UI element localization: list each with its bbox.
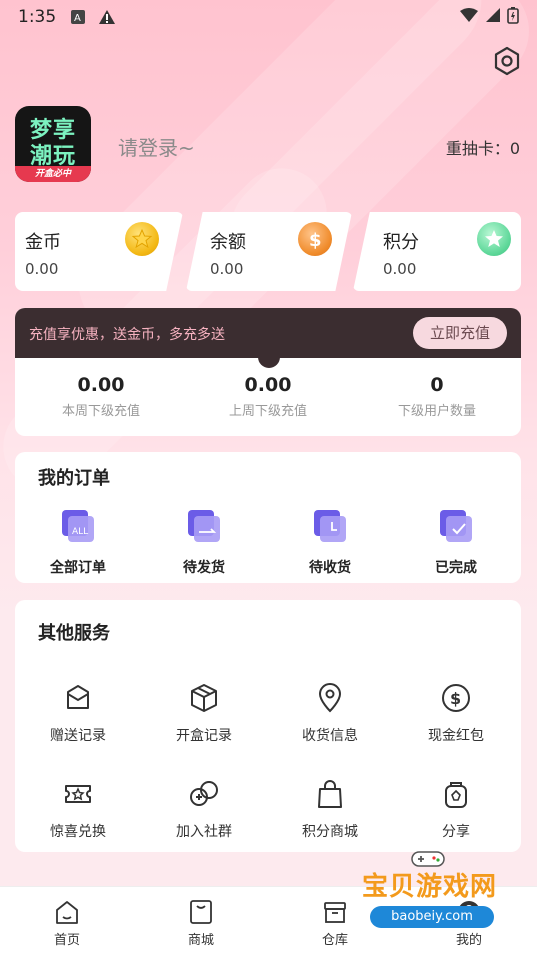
order-pending-receipt[interactable]: 待收货 bbox=[267, 508, 393, 577]
service-label: 收货信息 bbox=[302, 728, 358, 744]
stat-sub-users: 0 下级用户数量 bbox=[353, 374, 521, 419]
watermark-title: 宝贝游戏网 bbox=[362, 872, 498, 902]
service-label: 积分商城 bbox=[302, 824, 358, 840]
wallet-value: 0.00 bbox=[25, 260, 59, 278]
tab-label: 首页 bbox=[53, 933, 80, 948]
wallet-label: 积分 bbox=[383, 232, 419, 253]
stat-value: 0 bbox=[430, 374, 444, 396]
promo-bar: 充值享优惠，送金币，多充多送 立即充值 bbox=[15, 308, 521, 358]
service-label: 赠送记录 bbox=[50, 728, 106, 744]
tab-home[interactable]: 首页 bbox=[0, 899, 134, 948]
warning-icon bbox=[98, 9, 116, 25]
svg-text:ALL: ALL bbox=[72, 527, 88, 537]
status-time: 1:35 bbox=[18, 7, 57, 27]
pending-receipt-icon bbox=[312, 508, 348, 544]
tab-mall[interactable]: 商城 bbox=[134, 899, 268, 948]
service-box-record[interactable]: 开盒记录 bbox=[141, 682, 267, 745]
service-label: 加入社群 bbox=[176, 824, 232, 840]
community-icon bbox=[188, 778, 220, 810]
wallet-value: 0.00 bbox=[383, 260, 417, 278]
other-services-card: 其他服务 赠送记录 开盒记录 收货信息 $ 现金红包 惊喜兑换 加入社群 积分商… bbox=[15, 600, 521, 852]
wallet-card-gold[interactable]: 金币 0.00 bbox=[15, 212, 183, 291]
watermark-url: baobeiy.com bbox=[370, 906, 494, 928]
box-record-icon bbox=[188, 682, 220, 714]
location-icon bbox=[314, 682, 346, 714]
wallet-card-points[interactable]: 积分 0.00 bbox=[353, 212, 521, 291]
wallet-card-balance[interactable]: 余额 0.00 $ bbox=[186, 212, 352, 291]
wallet-value: 0.00 bbox=[210, 260, 244, 278]
wifi-icon bbox=[459, 7, 479, 28]
completed-icon bbox=[438, 508, 474, 544]
service-points-mall[interactable]: 积分商城 bbox=[267, 778, 393, 841]
recharge-promo-card: 充值享优惠，送金币，多充多送 立即充值 0.00 本周下级充值 0.00 上周下… bbox=[15, 308, 521, 436]
wallet-label: 余额 bbox=[210, 232, 246, 253]
gold-coin-icon bbox=[125, 222, 159, 256]
service-cash-redpacket[interactable]: $ 现金红包 bbox=[393, 682, 519, 745]
settings-hexagon-icon bbox=[494, 46, 520, 76]
service-label: 现金红包 bbox=[428, 728, 484, 744]
stat-value: 0.00 bbox=[77, 374, 125, 396]
service-join-community[interactable]: 加入社群 bbox=[141, 778, 267, 841]
settings-button[interactable] bbox=[491, 45, 523, 77]
order-label: 待收货 bbox=[309, 560, 351, 576]
service-label: 惊喜兑换 bbox=[50, 824, 106, 840]
order-all[interactable]: ALL 全部订单 bbox=[15, 508, 141, 577]
svg-text:$: $ bbox=[450, 689, 461, 708]
stat-label: 上周下级充值 bbox=[228, 404, 307, 419]
app-logo[interactable]: 梦享 潮玩 开盒必中 bbox=[15, 106, 91, 182]
redraw-card-count: 重抽卡：0 bbox=[445, 139, 520, 158]
service-shipping-info[interactable]: 收货信息 bbox=[267, 682, 393, 745]
all-orders-icon: ALL bbox=[60, 508, 96, 544]
stat-label: 本周下级充值 bbox=[61, 404, 140, 419]
order-label: 待发货 bbox=[183, 560, 225, 576]
warehouse-icon bbox=[322, 899, 348, 925]
orders-title: 我的订单 bbox=[38, 468, 110, 489]
order-pending-shipment[interactable]: 待发货 bbox=[141, 508, 267, 577]
signal-icon bbox=[485, 7, 501, 28]
my-orders-card: 我的订单 ALL 全部订单 待发货 待收货 已完成 bbox=[15, 452, 521, 583]
watermark-logo: 宝贝游戏网 baobeiy.com bbox=[360, 851, 510, 948]
gift-record-icon bbox=[62, 682, 94, 714]
login-prompt[interactable]: 请登录~ bbox=[118, 132, 195, 161]
promo-notch bbox=[258, 356, 280, 368]
stat-this-week: 0.00 本周下级充值 bbox=[17, 374, 185, 419]
share-icon bbox=[440, 778, 472, 810]
service-label: 分享 bbox=[442, 824, 470, 840]
logo-tag: 开盒必中 bbox=[15, 166, 91, 182]
dollar-icon: $ bbox=[440, 682, 472, 714]
service-label: 开盒记录 bbox=[176, 728, 232, 744]
keyboard-indicator-icon: A bbox=[70, 9, 86, 25]
svg-text:A: A bbox=[74, 13, 81, 24]
shopping-bag-icon bbox=[314, 778, 346, 810]
promo-text: 充值享优惠，送金币，多充多送 bbox=[29, 327, 225, 343]
stat-label: 下级用户数量 bbox=[397, 404, 476, 419]
balance-coin-icon: $ bbox=[298, 222, 332, 256]
recharge-now-button[interactable]: 立即充值 bbox=[413, 317, 507, 349]
svg-text:$: $ bbox=[309, 230, 322, 251]
home-icon bbox=[54, 899, 80, 925]
ticket-icon bbox=[62, 778, 94, 810]
order-label: 已完成 bbox=[435, 560, 477, 576]
service-share[interactable]: 分享 bbox=[393, 778, 519, 841]
points-star-icon bbox=[477, 222, 511, 256]
service-surprise-exchange[interactable]: 惊喜兑换 bbox=[15, 778, 141, 841]
status-bar: 1:35 A bbox=[0, 0, 537, 34]
order-label: 全部订单 bbox=[50, 560, 106, 576]
pending-shipment-icon bbox=[186, 508, 222, 544]
services-title: 其他服务 bbox=[38, 623, 110, 644]
order-completed[interactable]: 已完成 bbox=[393, 508, 519, 577]
stat-value: 0.00 bbox=[244, 374, 292, 396]
tab-label: 商城 bbox=[187, 933, 214, 948]
battery-icon bbox=[507, 6, 519, 29]
stat-last-week: 0.00 上周下级充值 bbox=[184, 374, 352, 419]
wallet-label: 金币 bbox=[25, 232, 61, 253]
service-gift-record[interactable]: 赠送记录 bbox=[15, 682, 141, 745]
mall-icon bbox=[188, 899, 214, 925]
